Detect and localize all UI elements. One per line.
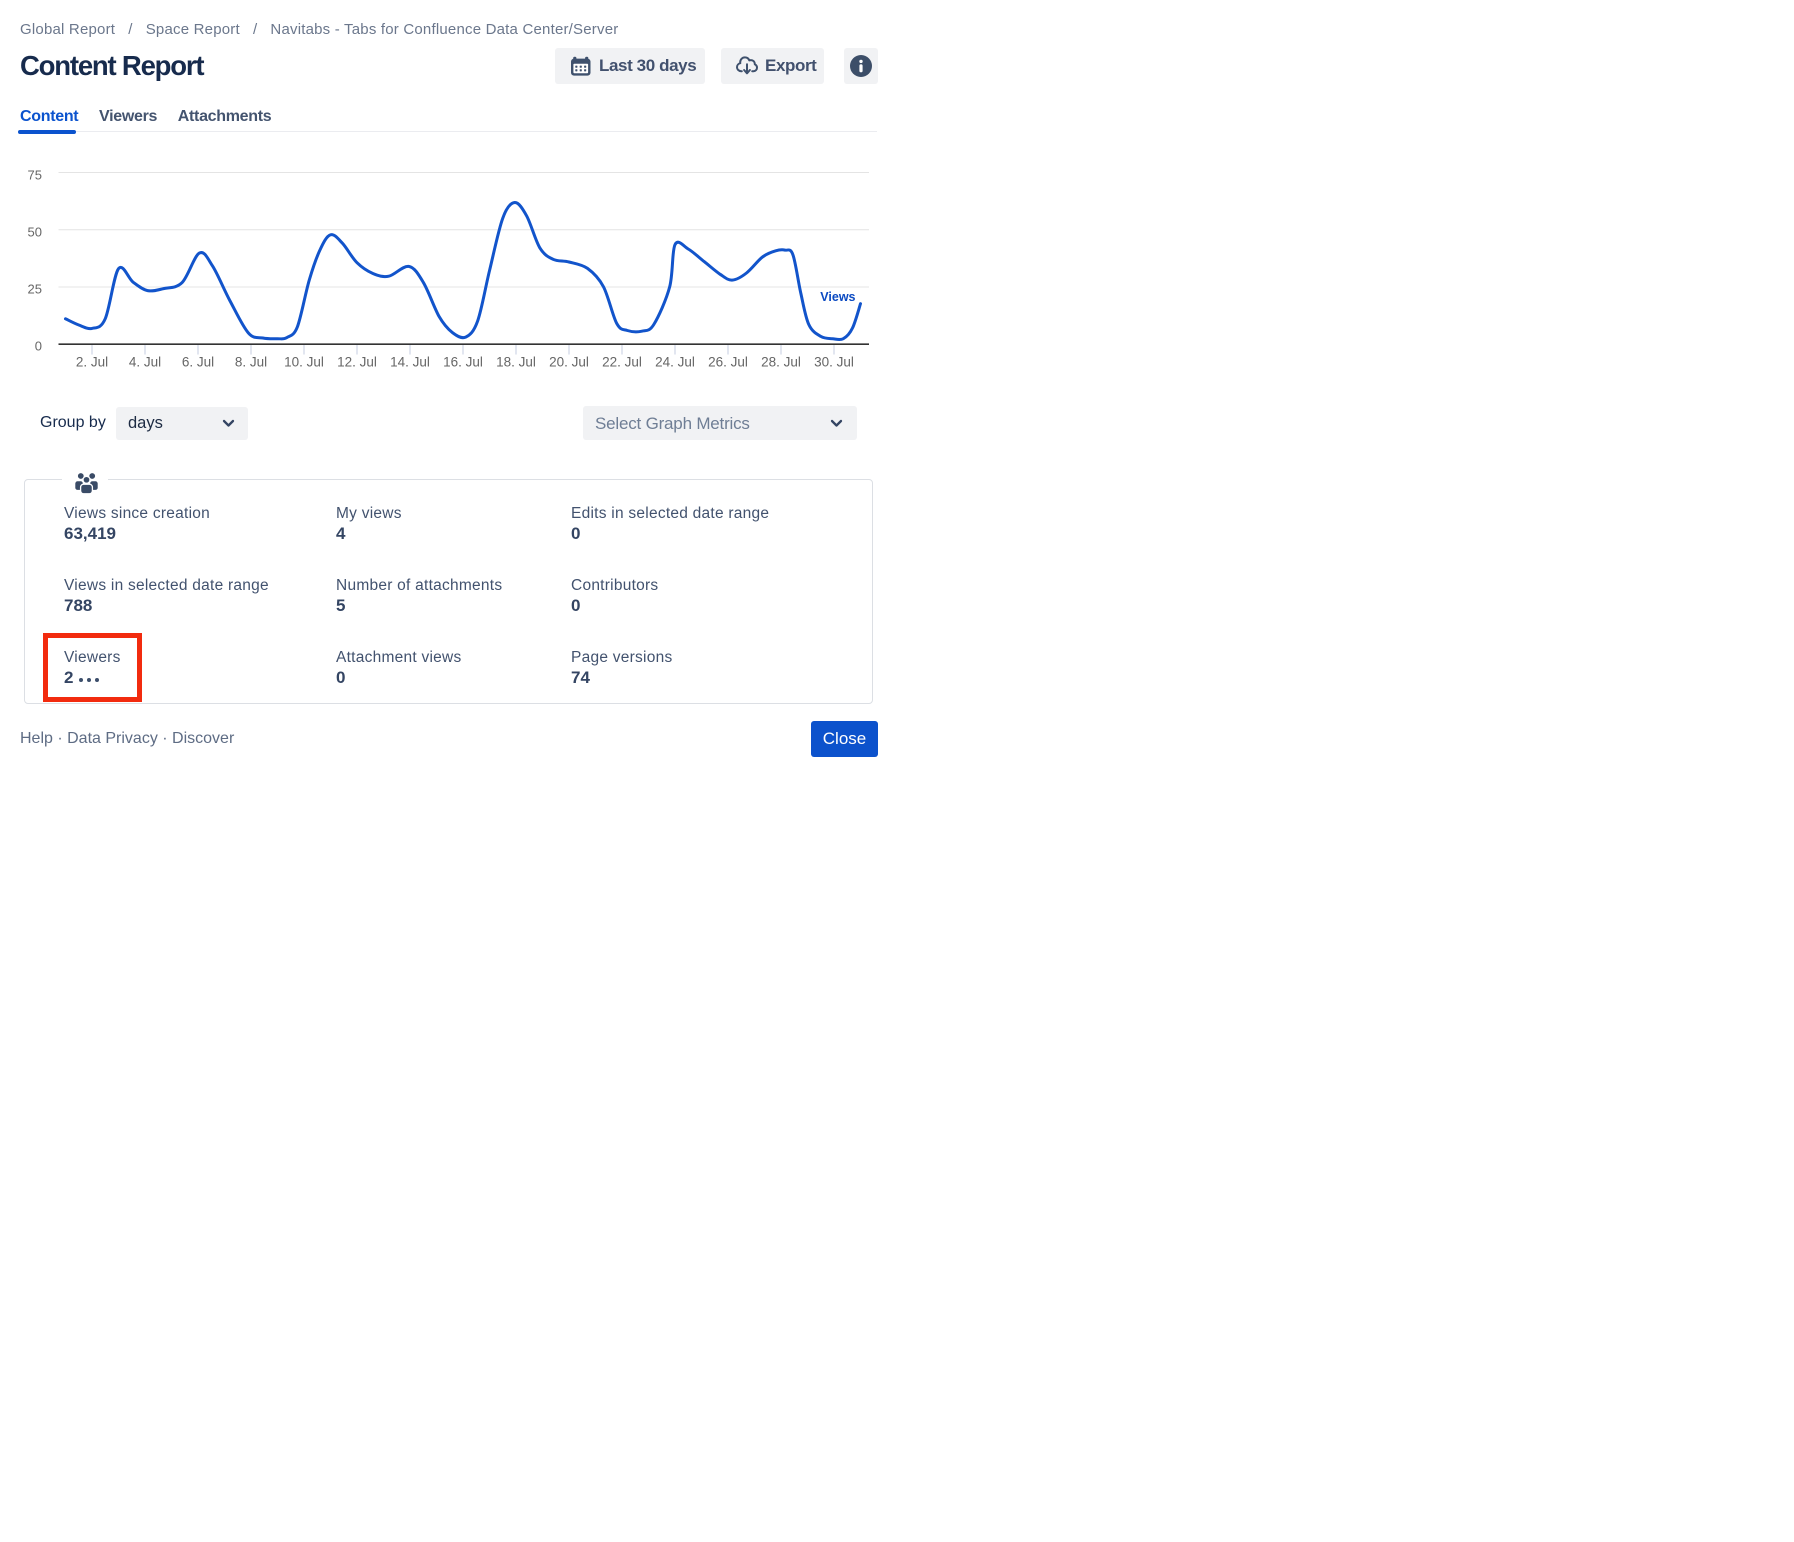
svg-text:8. Jul: 8. Jul	[235, 355, 267, 370]
svg-text:18. Jul: 18. Jul	[496, 355, 536, 370]
svg-text:28. Jul: 28. Jul	[761, 355, 801, 370]
svg-text:20. Jul: 20. Jul	[549, 355, 589, 370]
svg-text:24. Jul: 24. Jul	[655, 355, 695, 370]
svg-text:50: 50	[28, 224, 42, 239]
svg-text:16. Jul: 16. Jul	[443, 355, 483, 370]
svg-text:6. Jul: 6. Jul	[182, 355, 214, 370]
svg-text:25: 25	[28, 282, 42, 297]
svg-text:4. Jul: 4. Jul	[129, 355, 161, 370]
svg-text:2. Jul: 2. Jul	[76, 355, 108, 370]
svg-text:10. Jul: 10. Jul	[284, 355, 324, 370]
svg-text:26. Jul: 26. Jul	[708, 355, 748, 370]
svg-text:14. Jul: 14. Jul	[390, 355, 430, 370]
svg-text:22. Jul: 22. Jul	[602, 355, 642, 370]
svg-text:75: 75	[28, 168, 42, 183]
svg-text:30. Jul: 30. Jul	[814, 355, 854, 370]
svg-text:Views: Views	[820, 290, 855, 304]
svg-text:0: 0	[35, 339, 42, 354]
svg-text:12. Jul: 12. Jul	[337, 355, 377, 370]
